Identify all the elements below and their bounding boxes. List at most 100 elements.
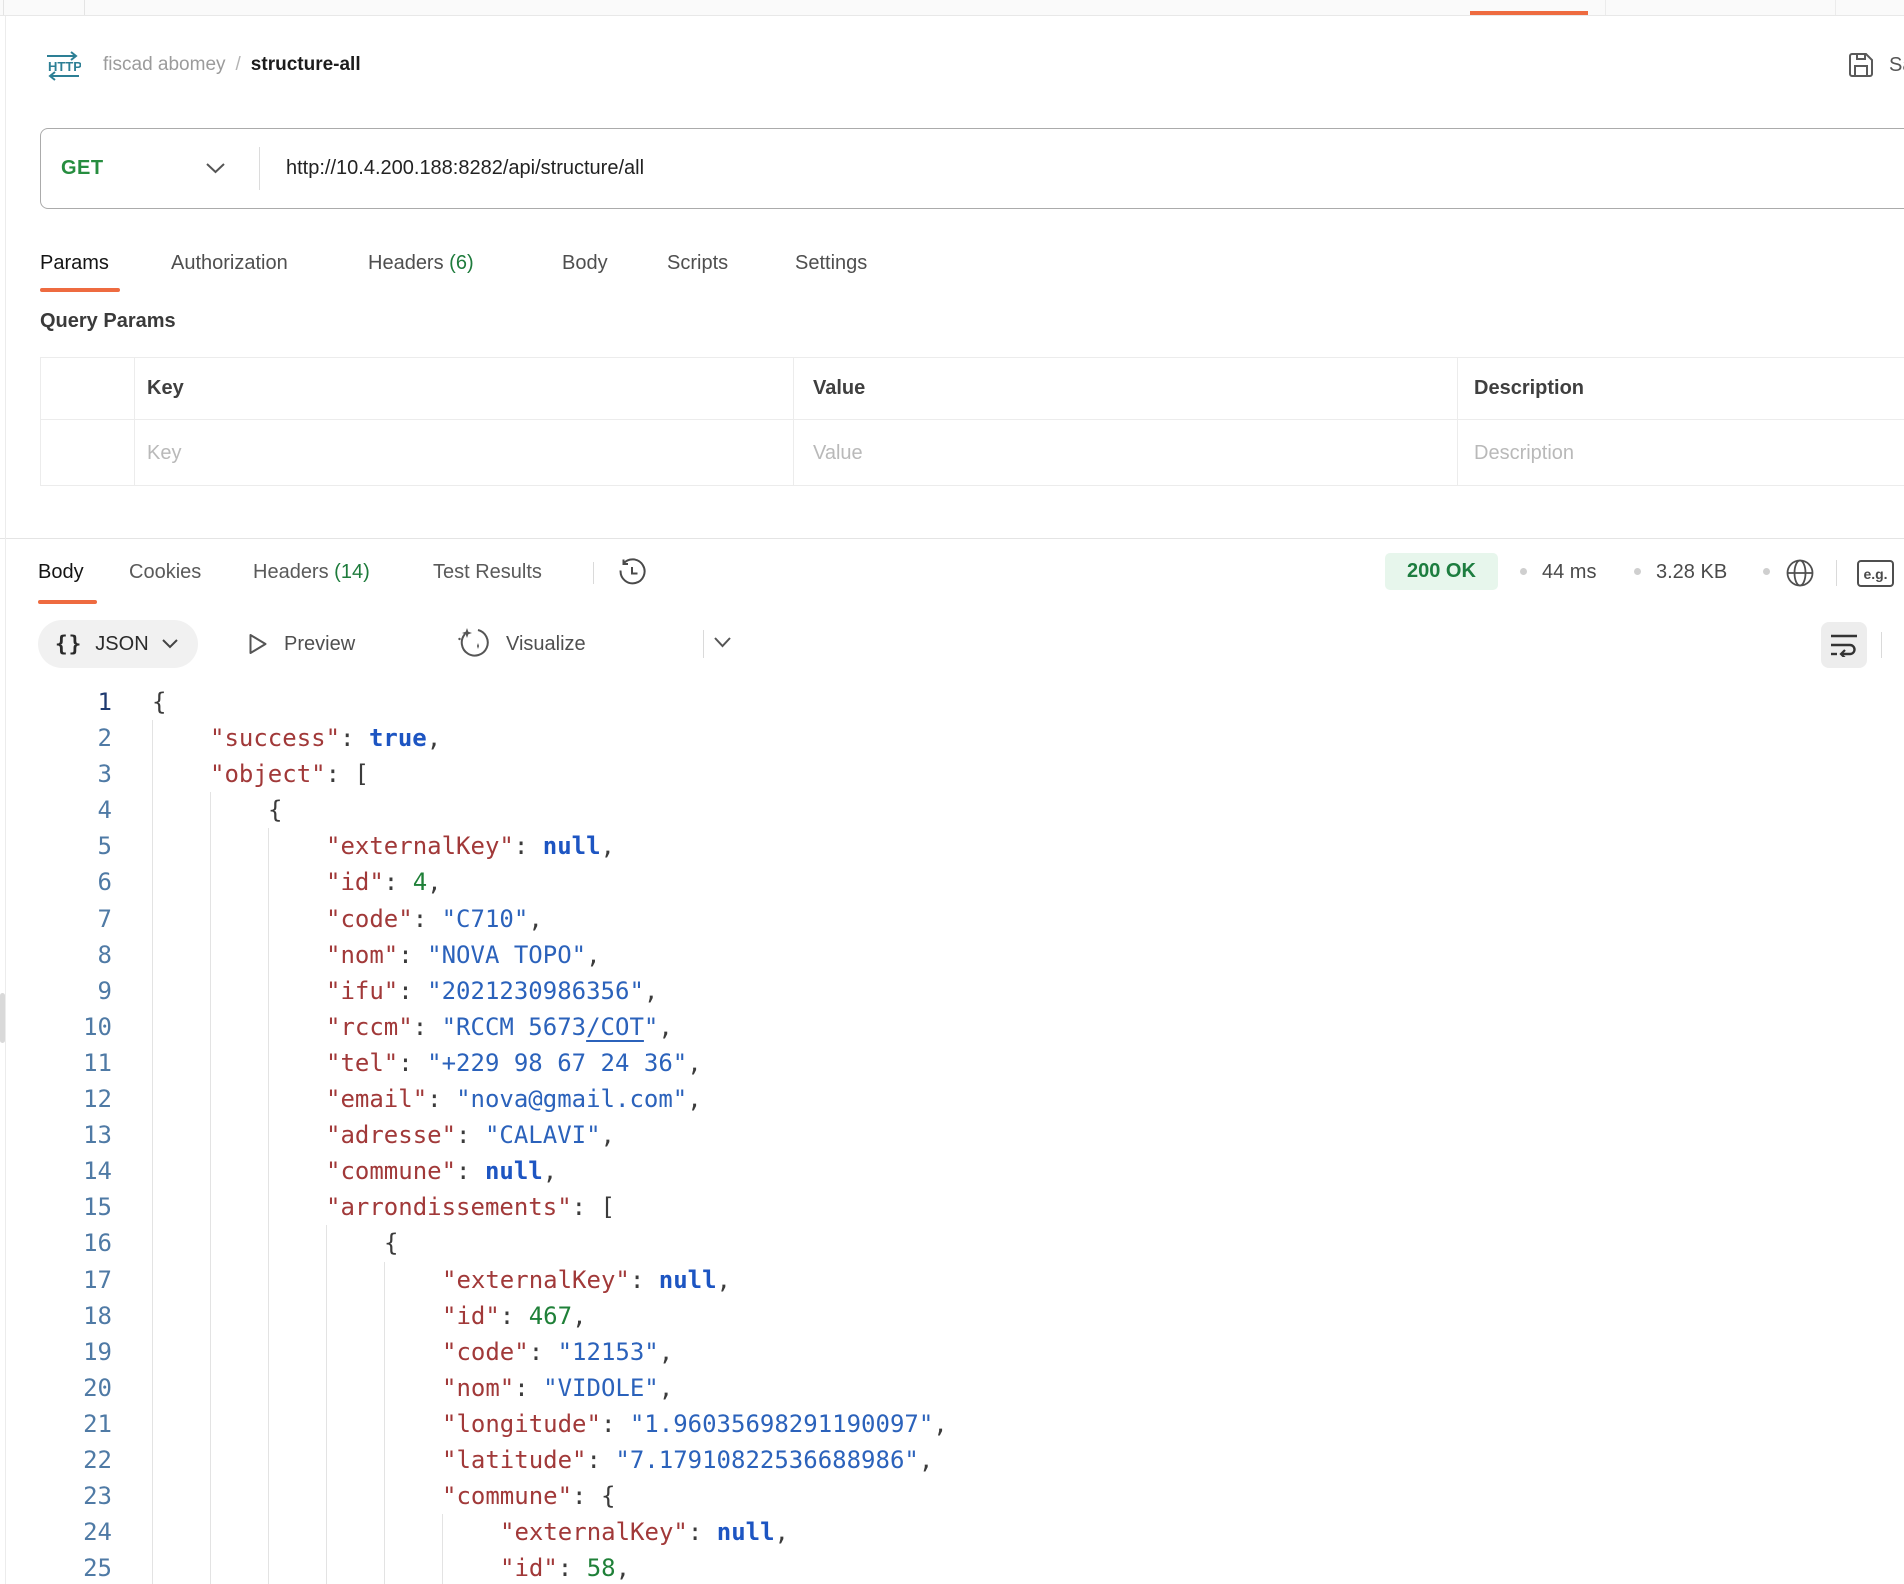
line-number: 10 — [0, 1009, 112, 1045]
line-number: 16 — [0, 1225, 112, 1261]
response-tab-cookies[interactable]: Cookies — [129, 555, 201, 589]
breadcrumb-request[interactable]: structure-all — [251, 54, 361, 75]
save-button[interactable]: Save — [1847, 50, 1904, 80]
code-line: 19"code": "12153", — [0, 1334, 1904, 1370]
indent-guide — [152, 1298, 153, 1334]
eg-badge[interactable]: e.g. — [1857, 560, 1894, 587]
breadcrumb-separator: / — [226, 54, 251, 75]
table-column-divider — [134, 358, 135, 485]
indent-guide — [210, 1262, 211, 1298]
tab-settings[interactable]: Settings — [795, 246, 867, 280]
indent-guide — [152, 1514, 153, 1550]
left-scrollbar-thumb[interactable] — [0, 993, 5, 1043]
status-badge[interactable]: 200 OK — [1385, 553, 1498, 590]
tab-headers[interactable]: Headers (6) — [368, 246, 474, 280]
code-line: 14"commune": null, — [0, 1153, 1904, 1189]
indent-guide — [384, 1298, 385, 1334]
method-chevron-icon[interactable] — [206, 163, 225, 174]
param-value-input — [813, 420, 1433, 486]
indent-guide — [326, 1514, 327, 1550]
request-page: HTTP fiscad abomey/structure-all Save GE… — [0, 0, 1904, 1584]
code-line: 18"id": 467, — [0, 1298, 1904, 1334]
tab-strip-divider — [1605, 0, 1606, 15]
svg-text:HTTP: HTTP — [48, 59, 81, 74]
indent-guide — [210, 973, 211, 1009]
method-selector[interactable]: GET — [61, 129, 104, 207]
indent-guide — [268, 937, 269, 973]
line-number: 8 — [0, 937, 112, 973]
indent-guide — [384, 1514, 385, 1550]
indent-guide — [210, 1009, 211, 1045]
indent-guide — [268, 1117, 269, 1153]
indent-guide — [268, 1334, 269, 1370]
tab-strip-divider — [3, 0, 4, 15]
param-description-cell[interactable] — [1474, 420, 1874, 486]
code-line: 11"tel": "+229 98 67 24 36", — [0, 1045, 1904, 1081]
indent-guide — [384, 1442, 385, 1478]
globe-icon[interactable] — [1784, 557, 1816, 589]
indent-guide — [152, 756, 153, 792]
tab-scripts[interactable]: Scripts — [667, 246, 728, 280]
code-line: 16{ — [0, 1225, 1904, 1261]
indent-guide — [210, 1081, 211, 1117]
indent-guide — [268, 1189, 269, 1225]
indent-guide — [326, 1550, 327, 1584]
response-time[interactable]: 44 ms — [1542, 555, 1596, 589]
preview-button[interactable]: Preview — [248, 620, 355, 668]
indent-guide — [268, 1442, 269, 1478]
indent-guide — [210, 1045, 211, 1081]
response-size[interactable]: 3.28 KB — [1656, 555, 1727, 589]
code-line: 7"code": "C710", — [0, 901, 1904, 937]
indent-guide — [326, 1406, 327, 1442]
response-headers-count: (14) — [334, 561, 370, 583]
line-number: 9 — [0, 973, 112, 1009]
play-icon — [248, 632, 268, 656]
table-column-divider — [793, 358, 794, 485]
url-input[interactable]: http://10.4.200.188:8282/api/structure/a… — [286, 129, 644, 207]
breadcrumb-collection[interactable]: fiscad abomey — [103, 54, 226, 75]
tab-strip-divider — [84, 0, 85, 15]
line-number: 22 — [0, 1442, 112, 1478]
params-tab-underline — [40, 288, 120, 292]
history-icon[interactable] — [617, 558, 647, 588]
param-key-cell[interactable] — [147, 420, 767, 486]
line-number: 12 — [0, 1081, 112, 1117]
indent-guide — [210, 828, 211, 864]
top-tab-strip[interactable] — [0, 0, 1904, 16]
indent-guide — [152, 1045, 153, 1081]
response-tab-headers[interactable]: Headers (14) — [253, 555, 370, 589]
indent-guide — [442, 1550, 443, 1584]
line-number: 7 — [0, 901, 112, 937]
indent-guide — [152, 1406, 153, 1442]
param-value-cell[interactable] — [813, 420, 1433, 486]
indent-guide — [152, 792, 153, 828]
indent-guide — [152, 1117, 153, 1153]
response-body-code[interactable]: 1{2"success": true,3"object": [4{5"exter… — [0, 684, 1904, 1584]
code-line: 23"commune": { — [0, 1478, 1904, 1514]
visualize-button[interactable]: Visualize — [455, 620, 586, 668]
http-method-icon: HTTP — [45, 50, 81, 82]
code-line: 17"externalKey": null, — [0, 1262, 1904, 1298]
toolbar-divider — [703, 630, 704, 658]
line-number: 4 — [0, 792, 112, 828]
wrap-text-button[interactable] — [1821, 622, 1867, 668]
line-number: 17 — [0, 1262, 112, 1298]
json-format-selector[interactable]: {} JSON — [38, 620, 198, 668]
response-tab-test-results[interactable]: Test Results — [433, 555, 542, 589]
code-line: 5"externalKey": null, — [0, 828, 1904, 864]
headers-count: (6) — [449, 252, 473, 274]
tab-body[interactable]: Body — [562, 246, 608, 280]
more-options-chevron-icon[interactable] — [714, 637, 731, 648]
indent-guide — [210, 937, 211, 973]
response-tabs-divider — [593, 562, 594, 584]
tab-params[interactable]: Params — [40, 246, 109, 280]
response-tab-body[interactable]: Body — [38, 555, 84, 589]
line-number: 19 — [0, 1334, 112, 1370]
tab-strip-divider — [1835, 0, 1836, 15]
line-number: 14 — [0, 1153, 112, 1189]
indent-guide — [152, 901, 153, 937]
body-tab-underline — [38, 600, 97, 604]
indent-guide — [152, 828, 153, 864]
tab-authorization[interactable]: Authorization — [171, 246, 288, 280]
code-line: 3"object": [ — [0, 756, 1904, 792]
